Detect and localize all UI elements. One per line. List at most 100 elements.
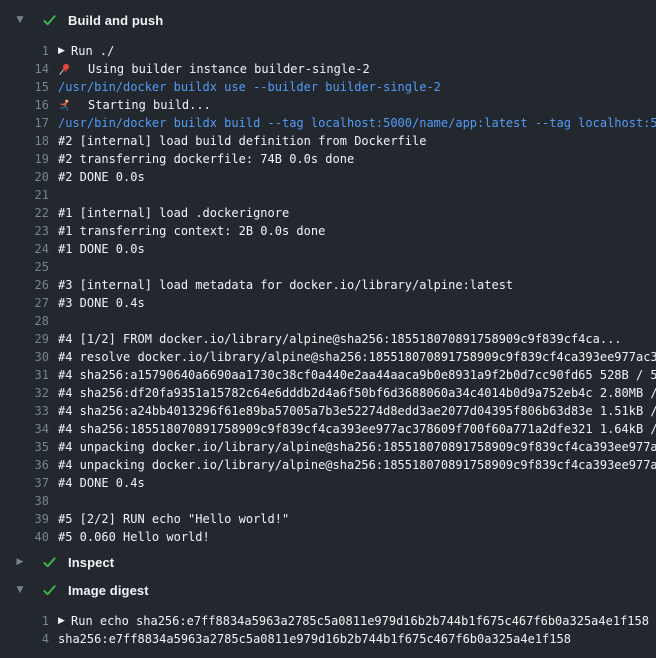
log-line: 34 #4 sha256:185518070891758909c9f839cf4… bbox=[0, 420, 656, 438]
line-number[interactable]: 32 bbox=[0, 384, 49, 402]
line-number[interactable]: 22 bbox=[0, 204, 49, 222]
log-line-text: #4 resolve docker.io/library/alpine@sha2… bbox=[58, 348, 656, 366]
log-line-text bbox=[58, 186, 656, 204]
log-line-text: #3 DONE 0.4s bbox=[58, 294, 656, 312]
line-number[interactable]: 18 bbox=[0, 132, 49, 150]
actions-log-viewer: ▼ Build and push 1 ▶Run ./ 14 Using buil… bbox=[0, 0, 656, 648]
log-section-image-digest: ▼ Image digest 1 ▶ Run echo sha256:e7ff88… bbox=[0, 578, 656, 648]
log-line-text: /usr/bin/docker buildx build --tag local… bbox=[58, 114, 656, 132]
log-line-text: #4 sha256:a15790640a6690aa1730c38cf0a440… bbox=[58, 366, 656, 384]
line-number[interactable]: 28 bbox=[0, 312, 49, 330]
log-line: 14 Using builder instance builder-single… bbox=[0, 60, 656, 78]
log-line: 4 sha256:e7ff8834a5963a2785c5a0811e979d1… bbox=[0, 630, 656, 648]
line-number[interactable]: 21 bbox=[0, 186, 49, 204]
log-message: #5 [2/2] RUN echo "Hello world!" bbox=[58, 510, 289, 528]
line-number[interactable]: 33 bbox=[0, 402, 49, 420]
log-message: Using builder instance builder-single-2 bbox=[88, 60, 370, 78]
log-line-text: ▶ Run echo sha256:e7ff8834a5963a2785c5a08… bbox=[58, 612, 656, 630]
log-message: sha256:e7ff8834a5963a2785c5a0811e979d16b… bbox=[58, 630, 571, 648]
log-message: #4 sha256:185518070891758909c9f839cf4ca3… bbox=[58, 420, 656, 438]
log-line-text: #3 [internal] load metadata for docker.i… bbox=[58, 276, 656, 294]
log-line-text: ▶ Run ./ bbox=[58, 42, 656, 60]
section-title: Build and push bbox=[68, 13, 163, 28]
section-title: Image digest bbox=[68, 583, 149, 598]
line-number[interactable]: 29 bbox=[0, 330, 49, 348]
log-line-text: Using builder instance builder-single-2 bbox=[58, 60, 656, 78]
log-message: #3 DONE 0.4s bbox=[58, 294, 145, 312]
log-line: 31 #4 sha256:a15790640a6690aa1730c38cf0a… bbox=[0, 366, 656, 384]
log-line: 35 #4 unpacking docker.io/library/alpine… bbox=[0, 438, 656, 456]
line-number[interactable]: 36 bbox=[0, 456, 49, 474]
line-number[interactable]: 34 bbox=[0, 420, 49, 438]
log-line-text: #1 transferring context: 2B 0.0s done bbox=[58, 222, 656, 240]
log-line-text: #2 DONE 0.0s bbox=[58, 168, 656, 186]
log-line: 15 /usr/bin/docker buildx use --builder … bbox=[0, 78, 656, 96]
line-number[interactable]: 17 bbox=[0, 114, 49, 132]
log-line-text: #4 sha256:185518070891758909c9f839cf4ca3… bbox=[58, 420, 656, 438]
line-number[interactable]: 27 bbox=[0, 294, 49, 312]
log-group-header-image-digest[interactable]: ▼ Image digest bbox=[0, 578, 656, 602]
line-number[interactable]: 14 bbox=[0, 60, 49, 78]
log-line: 1 ▶ Run echo sha256:e7ff8834a5963a2785c5a… bbox=[0, 612, 656, 630]
log-line: 39 #5 [2/2] RUN echo "Hello world!" bbox=[0, 510, 656, 528]
log-line: 27 #3 DONE 0.4s bbox=[0, 294, 656, 312]
log-message: Run ./ bbox=[71, 42, 114, 60]
line-number[interactable]: 24 bbox=[0, 240, 49, 258]
runner-icon bbox=[58, 99, 72, 112]
log-line-text: #4 sha256:df20fa9351a15782c64e6dddb2d4a6… bbox=[58, 384, 656, 402]
log-lines-image-digest: 1 ▶ Run echo sha256:e7ff8834a5963a2785c5a… bbox=[0, 612, 656, 648]
log-line-text: #4 sha256:a24bb4013296f61e89ba57005a7b3e… bbox=[58, 402, 656, 420]
log-line-text: #4 DONE 0.4s bbox=[58, 474, 656, 492]
chevron-down-icon[interactable]: ▼ bbox=[14, 586, 26, 595]
line-number[interactable]: 1 bbox=[0, 612, 49, 630]
line-number[interactable]: 16 bbox=[0, 96, 49, 114]
play-expander-icon[interactable]: ▶ bbox=[58, 617, 67, 626]
line-number[interactable]: 23 bbox=[0, 222, 49, 240]
chevron-right-icon[interactable]: ▶ bbox=[14, 558, 26, 567]
log-section-build-and-push: ▼ Build and push 1 ▶ Run ./ 14 Using buil… bbox=[0, 8, 656, 546]
log-line: 38 bbox=[0, 492, 656, 510]
check-icon bbox=[42, 13, 57, 28]
log-line: 33 #4 sha256:a24bb4013296f61e89ba57005a7… bbox=[0, 402, 656, 420]
play-expander-icon[interactable]: ▶ bbox=[58, 47, 67, 56]
line-number[interactable]: 37 bbox=[0, 474, 49, 492]
log-message: Run echo sha256:e7ff8834a5963a2785c5a081… bbox=[71, 612, 649, 630]
log-line-text: #1 DONE 0.0s bbox=[58, 240, 656, 258]
line-number[interactable]: 31 bbox=[0, 366, 49, 384]
log-group-header-inspect[interactable]: ▶ Inspect bbox=[0, 550, 656, 574]
log-message: #5 0.060 Hello world! bbox=[58, 528, 210, 546]
log-group-header-build-and-push[interactable]: ▼ Build and push bbox=[0, 8, 656, 32]
log-line: 18 #2 [internal] load build definition f… bbox=[0, 132, 656, 150]
log-lines-build-and-push: 1 ▶ Run ./ 14 Using builder instance buil… bbox=[0, 42, 656, 546]
pushpin-icon bbox=[58, 63, 72, 76]
line-number[interactable]: 25 bbox=[0, 258, 49, 276]
line-number[interactable]: 38 bbox=[0, 492, 49, 510]
line-number[interactable]: 20 bbox=[0, 168, 49, 186]
line-number[interactable]: 39 bbox=[0, 510, 49, 528]
line-number[interactable]: 35 bbox=[0, 438, 49, 456]
line-number[interactable]: 1 bbox=[0, 42, 49, 60]
log-message: #2 transferring dockerfile: 74B 0.0s don… bbox=[58, 150, 354, 168]
log-message: #1 transferring context: 2B 0.0s done bbox=[58, 222, 325, 240]
log-message: #4 unpacking docker.io/library/alpine@sh… bbox=[58, 456, 656, 474]
log-message: #4 [1/2] FROM docker.io/library/alpine@s… bbox=[58, 330, 622, 348]
line-number[interactable]: 19 bbox=[0, 150, 49, 168]
line-number[interactable]: 30 bbox=[0, 348, 49, 366]
line-number[interactable]: 40 bbox=[0, 528, 49, 546]
line-number[interactable]: 4 bbox=[0, 630, 49, 648]
log-line: 32 #4 sha256:df20fa9351a15782c64e6dddb2d… bbox=[0, 384, 656, 402]
log-line: 1 ▶ Run ./ bbox=[0, 42, 656, 60]
line-number[interactable]: 26 bbox=[0, 276, 49, 294]
log-line: 26 #3 [internal] load metadata for docke… bbox=[0, 276, 656, 294]
log-line: 24 #1 DONE 0.0s bbox=[0, 240, 656, 258]
log-message: /usr/bin/docker buildx build --tag local… bbox=[58, 114, 656, 132]
log-line-text: #4 unpacking docker.io/library/alpine@sh… bbox=[58, 456, 656, 474]
chevron-down-icon[interactable]: ▼ bbox=[14, 16, 26, 25]
log-line: 17 /usr/bin/docker buildx build --tag lo… bbox=[0, 114, 656, 132]
log-line: 19 #2 transferring dockerfile: 74B 0.0s … bbox=[0, 150, 656, 168]
log-line: 25 bbox=[0, 258, 656, 276]
log-line-text: sha256:e7ff8834a5963a2785c5a0811e979d16b… bbox=[58, 630, 656, 648]
log-line-text: #5 0.060 Hello world! bbox=[58, 528, 656, 546]
line-number[interactable]: 15 bbox=[0, 78, 49, 96]
log-line-text bbox=[58, 312, 656, 330]
